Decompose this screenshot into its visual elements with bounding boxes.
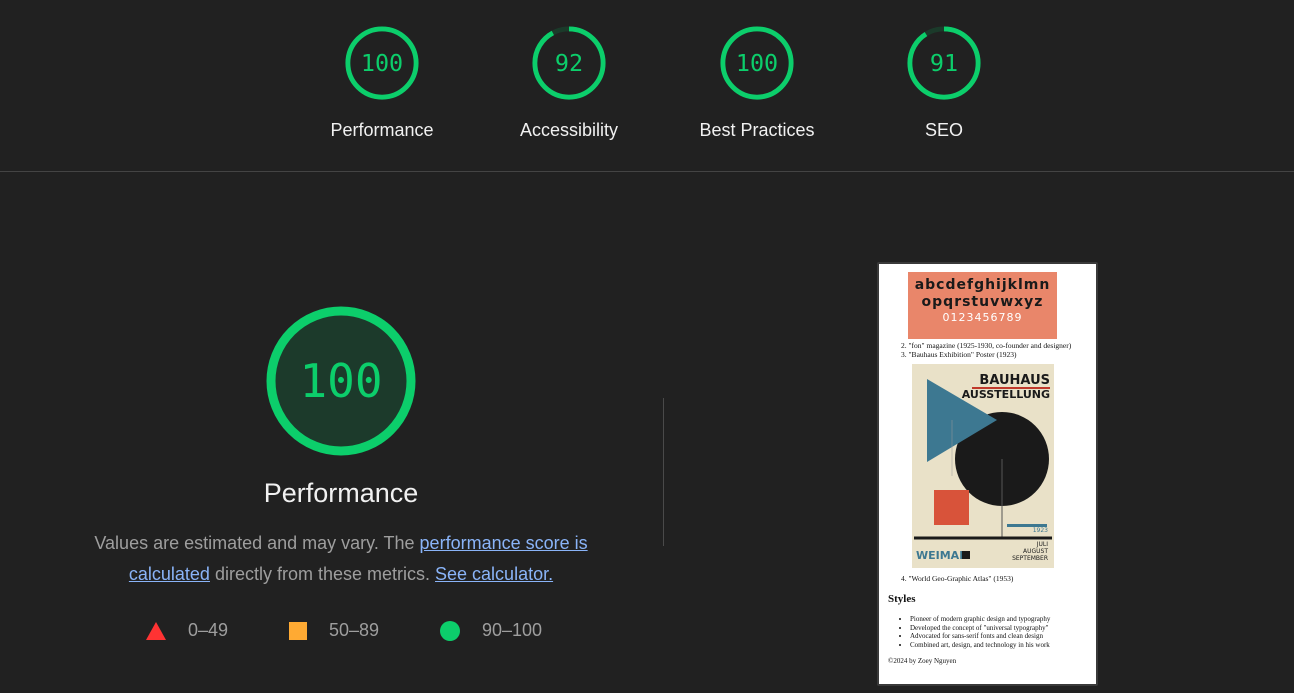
desc-text: Values are estimated and may vary. The — [94, 533, 420, 553]
gauge-best-practices[interactable]: 100 Best Practices — [677, 24, 837, 141]
svg-text:91: 91 — [930, 49, 958, 77]
performance-big-gauge: 100 — [266, 306, 416, 456]
gauge-performance[interactable]: 100 Performance — [302, 24, 462, 141]
list-item: Developed the concept of "universal typo… — [910, 624, 1050, 633]
list-item: 4. "World Geo-Graphic Atlas" (1953) — [901, 574, 1014, 583]
section-divider — [663, 398, 664, 546]
score-ring: 100 — [345, 26, 419, 100]
footer-text: ©2024 by Zoey Nguyen — [888, 657, 957, 665]
alphabet-line: abcdefghijklmn — [914, 277, 1051, 293]
svg-text:AUSSTELLUNG: AUSSTELLUNG — [962, 388, 1050, 401]
gauge-label: Accessibility — [519, 120, 619, 140]
legend-range: 90–100 — [482, 620, 543, 640]
alphabet-line: 0123456789 — [942, 311, 1023, 324]
svg-text:JULI: JULI — [1036, 541, 1049, 548]
legend-pass: 90–100 — [440, 620, 542, 641]
pass-circle-icon — [440, 620, 460, 641]
legend-range: 50–89 — [329, 620, 380, 640]
alphabet-image: abcdefghijklmn opqrstuvwxyz 0123456789 — [908, 272, 1057, 339]
desc-text: directly from these metrics. — [209, 564, 436, 584]
legend-average: 50–89 — [289, 620, 379, 641]
list-item: 3. "Bauhaus Exhibition" Poster (1923) — [901, 350, 1017, 359]
svg-text:92: 92 — [555, 49, 583, 77]
see-calculator-link[interactable]: See calculator. — [435, 564, 553, 584]
alphabet-line: opqrstuvwxyz — [921, 294, 1044, 310]
score-legend: 0–49 50–89 90–100 — [0, 620, 700, 646]
score-ring: 100 — [720, 26, 794, 100]
fail-triangle-icon — [146, 621, 166, 640]
gauge-seo[interactable]: 91 SEO — [864, 24, 1024, 141]
list-item: Advocated for sans-serif fonts and clean… — [910, 632, 1050, 641]
gauge-label: Best Practices — [699, 120, 815, 140]
gauge-label: SEO — [924, 120, 963, 140]
list-item: Pioneer of modern graphic design and typ… — [910, 615, 1050, 624]
legend-range: 0–49 — [188, 620, 229, 640]
legend-fail: 0–49 — [146, 620, 228, 641]
styles-heading: Styles — [888, 593, 916, 605]
performance-title: Performance — [263, 478, 419, 508]
svg-text:1923: 1923 — [1033, 527, 1048, 534]
svg-text:100: 100 — [361, 49, 403, 77]
svg-text:100: 100 — [299, 354, 382, 408]
gauge-label: Performance — [330, 120, 434, 140]
bauhaus-poster-image: BAUHAUS AUSSTELLUNG WEIMAR 1923 JULI AUG… — [912, 364, 1054, 568]
svg-text:100: 100 — [736, 49, 778, 77]
average-square-icon — [289, 621, 307, 640]
svg-text:AUGUST: AUGUST — [1023, 548, 1048, 555]
list-item: 2. "fon" magazine (1925-1930, co-founder… — [901, 341, 1072, 350]
gauge-accessibility[interactable]: 92 Accessibility — [489, 24, 649, 141]
score-ring: 91 — [907, 26, 981, 100]
svg-text:BAUHAUS: BAUHAUS — [979, 373, 1050, 388]
svg-text:SEPTEMBER: SEPTEMBER — [1012, 555, 1048, 562]
category-gauges: 100 Performance 92 Accessibility 100 Bes… — [0, 0, 1294, 172]
page-screenshot-thumbnail[interactable]: abcdefghijklmn opqrstuvwxyz 0123456789 2… — [877, 262, 1098, 686]
score-ring: 92 — [532, 26, 606, 100]
list-item: Combined art, design, and technology in … — [910, 641, 1050, 650]
svg-text:WEIMAR: WEIMAR — [916, 549, 968, 562]
performance-description: Values are estimated and may vary. The p… — [70, 528, 612, 590]
styles-list: Pioneer of modern graphic design and typ… — [901, 615, 1050, 650]
